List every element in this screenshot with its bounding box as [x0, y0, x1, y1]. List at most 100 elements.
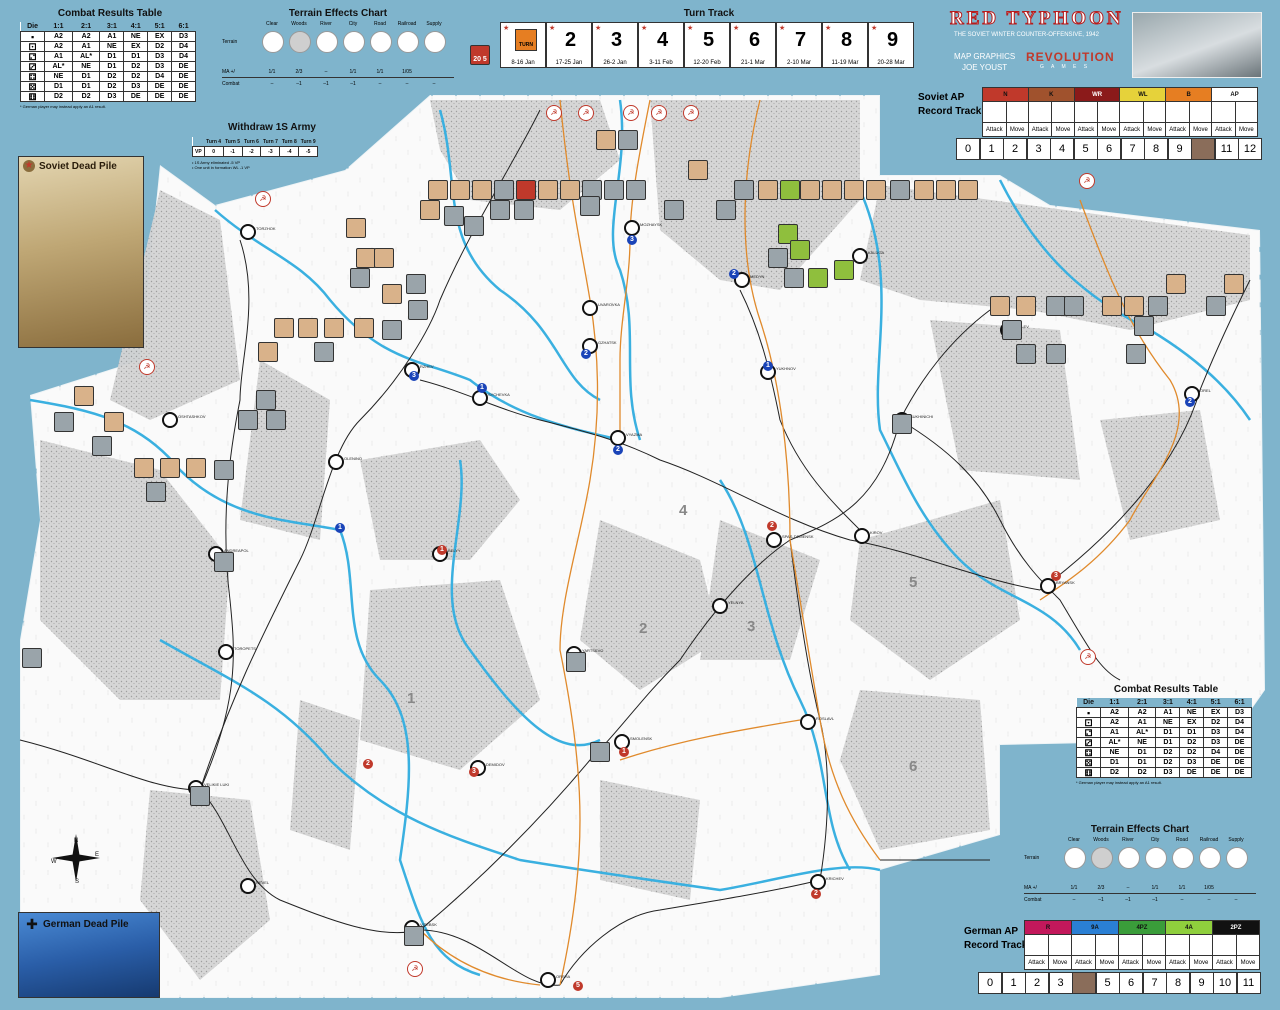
- unit-counter[interactable]: [758, 180, 778, 200]
- unit-counter[interactable]: [420, 200, 440, 220]
- supply-source-icon[interactable]: ☭: [623, 105, 639, 121]
- unit-counter[interactable]: [834, 260, 854, 280]
- unit-counter[interactable]: [800, 180, 820, 200]
- unit-counter[interactable]: [314, 342, 334, 362]
- unit-counter[interactable]: [382, 284, 402, 304]
- unit-counter[interactable]: [780, 180, 800, 200]
- unit-counter[interactable]: [346, 218, 366, 238]
- unit-counter[interactable]: [514, 200, 534, 220]
- supply-source-icon[interactable]: ☭: [407, 961, 423, 977]
- unit-counter[interactable]: [74, 386, 94, 406]
- unit-counter[interactable]: [516, 180, 536, 200]
- unit-counter[interactable]: [104, 412, 124, 432]
- city-marker[interactable]: [240, 224, 256, 240]
- unit-counter[interactable]: [596, 130, 616, 150]
- unit-counter[interactable]: [560, 180, 580, 200]
- city-marker[interactable]: [218, 644, 234, 660]
- unit-counter[interactable]: [688, 160, 708, 180]
- city-marker[interactable]: [810, 874, 826, 890]
- unit-counter[interactable]: [664, 200, 684, 220]
- city-marker[interactable]: [328, 454, 344, 470]
- unit-counter[interactable]: [1046, 344, 1066, 364]
- supply-source-icon[interactable]: ☭: [651, 105, 667, 121]
- unit-counter[interactable]: [92, 436, 112, 456]
- supply-source-icon[interactable]: ☭: [1079, 173, 1095, 189]
- unit-counter[interactable]: [22, 648, 42, 668]
- unit-counter[interactable]: [428, 180, 448, 200]
- unit-counter[interactable]: [382, 320, 402, 340]
- unit-counter[interactable]: [444, 206, 464, 226]
- unit-counter[interactable]: [350, 268, 370, 288]
- unit-counter[interactable]: [134, 458, 154, 478]
- city-marker[interactable]: [800, 714, 816, 730]
- supply-source-icon[interactable]: ☭: [255, 191, 271, 207]
- supply-source-icon[interactable]: ☭: [683, 105, 699, 121]
- unit-counter[interactable]: [936, 180, 956, 200]
- city-marker[interactable]: [540, 972, 556, 988]
- unit-counter[interactable]: [790, 240, 810, 260]
- unit-counter[interactable]: [472, 180, 492, 200]
- unit-counter[interactable]: [866, 180, 886, 200]
- unit-counter[interactable]: [990, 296, 1010, 316]
- unit-counter[interactable]: [324, 318, 344, 338]
- unit-counter[interactable]: [566, 652, 586, 672]
- unit-counter[interactable]: [214, 552, 234, 572]
- city-marker[interactable]: [610, 430, 626, 446]
- unit-counter[interactable]: [618, 130, 638, 150]
- unit-counter[interactable]: [354, 318, 374, 338]
- city-marker[interactable]: [582, 300, 598, 316]
- unit-counter[interactable]: [768, 248, 788, 268]
- city-marker[interactable]: [624, 220, 640, 236]
- unit-counter[interactable]: [1046, 296, 1066, 316]
- unit-counter[interactable]: [356, 248, 376, 268]
- unit-counter[interactable]: [844, 180, 864, 200]
- unit-counter[interactable]: [1224, 274, 1244, 294]
- unit-counter[interactable]: [408, 300, 428, 320]
- city-marker[interactable]: [712, 598, 728, 614]
- unit-counter[interactable]: [784, 268, 804, 288]
- unit-counter[interactable]: [1102, 296, 1122, 316]
- unit-counter[interactable]: [914, 180, 934, 200]
- unit-counter[interactable]: [734, 180, 754, 200]
- unit-counter[interactable]: [274, 318, 294, 338]
- unit-counter[interactable]: [464, 216, 484, 236]
- city-marker[interactable]: [240, 878, 256, 894]
- unit-counter[interactable]: [1064, 296, 1084, 316]
- unit-counter[interactable]: [258, 342, 278, 362]
- unit-counter[interactable]: [490, 200, 510, 220]
- unit-counter[interactable]: [538, 180, 558, 200]
- unit-counter[interactable]: [406, 274, 426, 294]
- unit-counter[interactable]: [1016, 296, 1036, 316]
- unit-counter[interactable]: [160, 458, 180, 478]
- unit-counter[interactable]: [214, 460, 234, 480]
- city-marker[interactable]: [854, 528, 870, 544]
- unit-counter[interactable]: [266, 410, 286, 430]
- unit-counter[interactable]: [808, 268, 828, 288]
- unit-counter[interactable]: [1016, 344, 1036, 364]
- unit-counter[interactable]: [190, 786, 210, 806]
- supply-source-icon[interactable]: ☭: [578, 105, 594, 121]
- unit-counter[interactable]: [1148, 296, 1168, 316]
- unit-counter[interactable]: [494, 180, 514, 200]
- unit-counter[interactable]: [892, 414, 912, 434]
- unit-counter[interactable]: [186, 458, 206, 478]
- supply-source-icon[interactable]: ☭: [1080, 649, 1096, 665]
- unit-counter[interactable]: [374, 248, 394, 268]
- unit-counter[interactable]: [298, 318, 318, 338]
- supply-source-icon[interactable]: ☭: [139, 359, 155, 375]
- unit-counter[interactable]: [822, 180, 842, 200]
- unit-counter[interactable]: [256, 390, 276, 410]
- unit-counter[interactable]: [1206, 296, 1226, 316]
- unit-counter[interactable]: [1002, 320, 1022, 340]
- unit-counter[interactable]: [1166, 274, 1186, 294]
- unit-counter[interactable]: [238, 410, 258, 430]
- unit-counter[interactable]: [1124, 296, 1144, 316]
- unit-counter[interactable]: [890, 180, 910, 200]
- unit-counter[interactable]: [1134, 316, 1154, 336]
- unit-counter[interactable]: [626, 180, 646, 200]
- unit-counter[interactable]: [604, 180, 624, 200]
- unit-counter[interactable]: [54, 412, 74, 432]
- city-marker[interactable]: [766, 532, 782, 548]
- city-marker[interactable]: [852, 248, 868, 264]
- unit-counter[interactable]: [450, 180, 470, 200]
